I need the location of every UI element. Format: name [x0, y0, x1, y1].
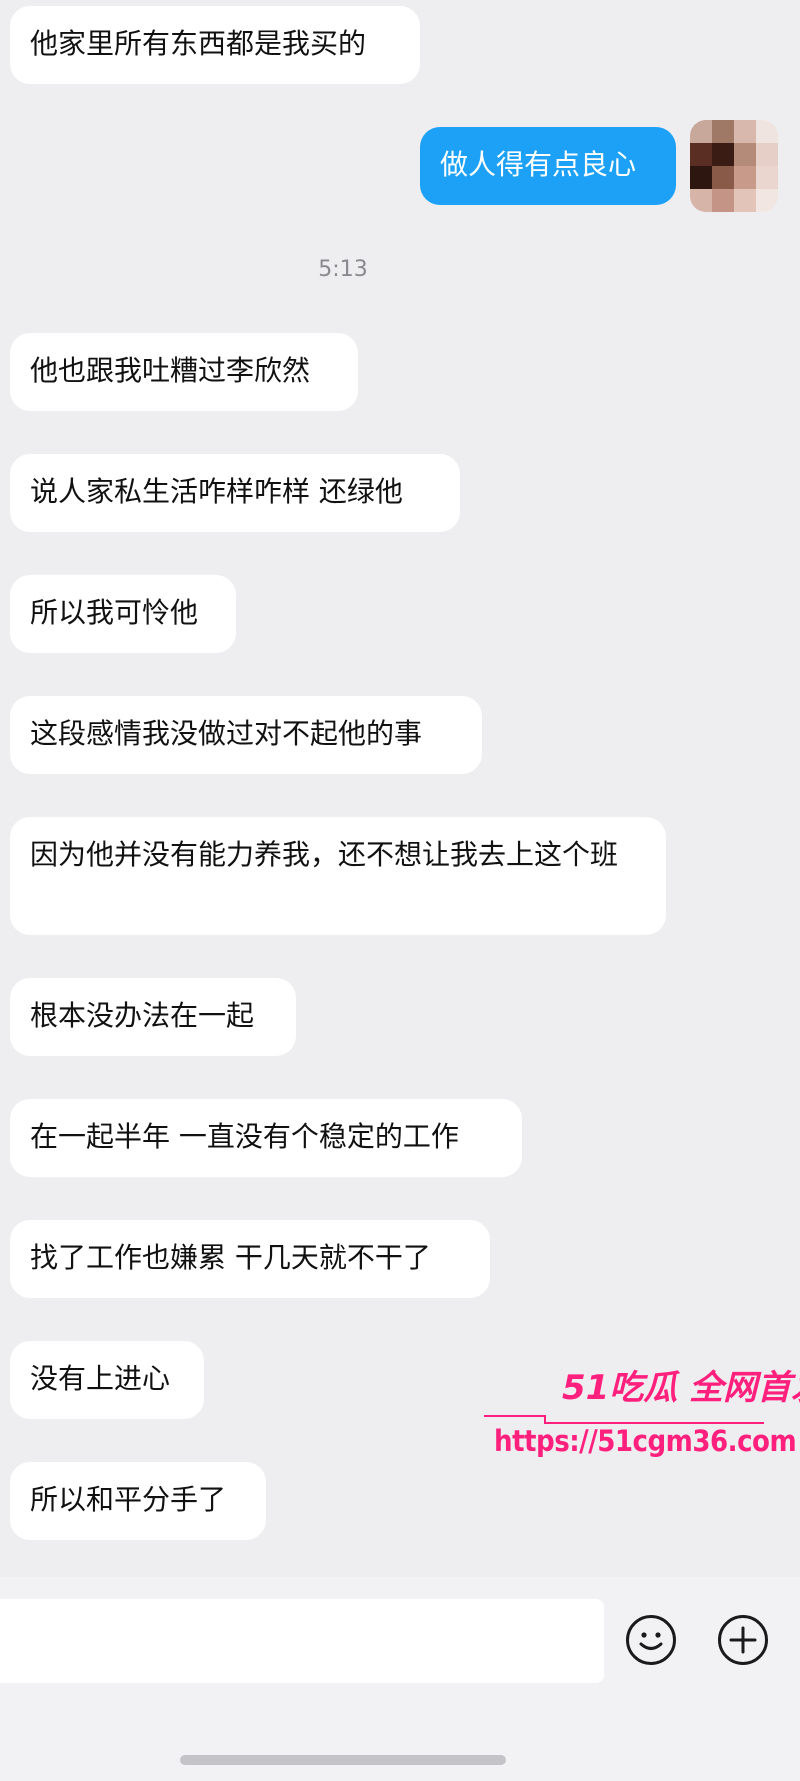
home-indicator[interactable]	[180, 1755, 506, 1765]
incoming-message[interactable]: 找了工作也嫌累 干几天就不干了	[10, 1220, 490, 1298]
contact-avatar[interactable]	[690, 120, 778, 212]
smiley-icon[interactable]	[626, 1615, 676, 1665]
watermark-url: https://51cgm36.com	[494, 1424, 797, 1458]
message-input[interactable]	[0, 1599, 604, 1683]
incoming-message[interactable]: 没有上进心	[10, 1341, 204, 1419]
chat-thread: 他家里所有东西都是我买的 做人得有点良心 5:13 他也跟我吐糟过李欣然 说人家…	[0, 0, 800, 1577]
message-input-bar	[0, 1577, 800, 1697]
home-area	[0, 1697, 800, 1781]
incoming-message[interactable]: 在一起半年 一直没有个稳定的工作	[10, 1099, 522, 1177]
incoming-message[interactable]: 他家里所有东西都是我买的	[10, 6, 420, 84]
incoming-message[interactable]: 说人家私生活咋样咋样 还绿他	[10, 454, 460, 532]
watermark: 51吃瓜 全网首发 https://51cgm36.com	[484, 1368, 800, 1468]
watermark-brand: 51吃瓜 全网首发	[562, 1368, 800, 1408]
incoming-message[interactable]: 他也跟我吐糟过李欣然	[10, 333, 358, 411]
watermark-line	[484, 1415, 544, 1417]
incoming-message[interactable]: 因为他并没有能力养我，还不想让我去上这个班	[10, 817, 666, 935]
incoming-message[interactable]: 这段感情我没做过对不起他的事	[10, 696, 482, 774]
incoming-message[interactable]: 根本没办法在一起	[10, 978, 296, 1056]
message-timestamp: 5:13	[318, 257, 368, 282]
outgoing-message[interactable]: 做人得有点良心	[420, 127, 676, 205]
incoming-message[interactable]: 所以和平分手了	[10, 1462, 266, 1540]
plus-circle-icon[interactable]	[718, 1615, 768, 1665]
incoming-message[interactable]: 所以我可怜他	[10, 575, 236, 653]
